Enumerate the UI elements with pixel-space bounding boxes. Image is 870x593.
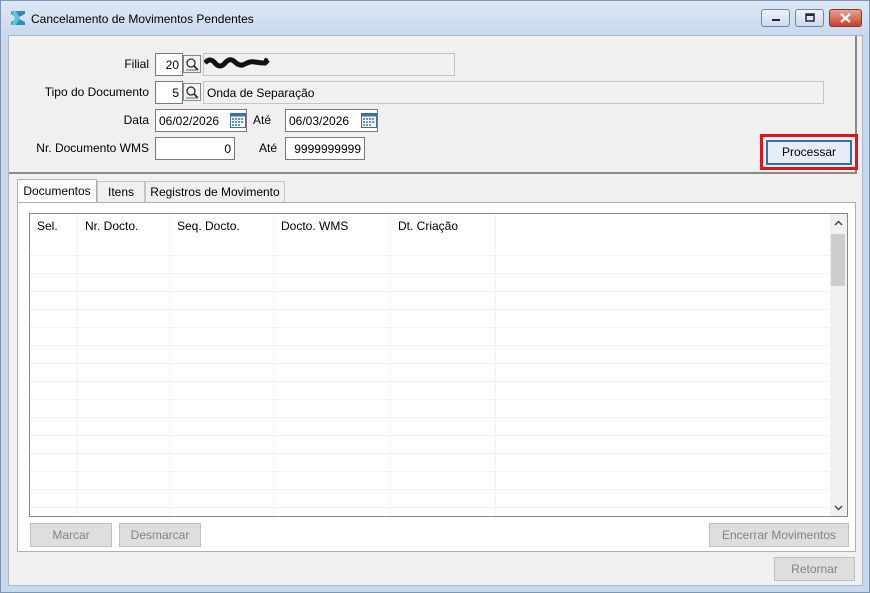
grid-vertical-scrollbar[interactable] — [830, 214, 847, 516]
grid-empty-row — [30, 454, 830, 472]
maximize-icon — [796, 10, 823, 26]
app-window: Cancelamento de Movimentos Pendentes Fil… — [0, 0, 870, 593]
grid-empty-row — [30, 418, 830, 436]
title-bar[interactable]: Cancelamento de Movimentos Pendentes — [1, 1, 869, 35]
app-logo-icon — [10, 10, 26, 26]
nr-documento-wms-label: Nr. Documento WMS — [36, 141, 149, 155]
tab-registros-de-movimento[interactable]: Registros de Movimento — [145, 181, 285, 202]
filial-lookup-icon[interactable] — [183, 55, 201, 73]
window-title: Cancelamento de Movimentos Pendentes — [31, 12, 254, 26]
grid-empty-row — [30, 346, 830, 364]
close-icon — [830, 10, 861, 26]
tab-page-documentos: Sel. Nr. Docto. Seq. Docto. Docto. WMS D… — [17, 202, 856, 552]
chevron-up-icon[interactable] — [830, 214, 847, 231]
data-ate-label: Até — [253, 113, 272, 127]
minimize-icon — [762, 10, 789, 26]
desmarcar-button[interactable]: Desmarcar — [119, 523, 201, 547]
filial-label: Filial — [124, 57, 149, 71]
tipo-documento-code-field[interactable]: 5 — [155, 81, 183, 104]
grid-empty-row — [30, 328, 830, 346]
close-button[interactable] — [829, 9, 862, 27]
grid-empty-row — [30, 310, 830, 328]
grid-empty-row — [30, 256, 830, 274]
calendar-icon[interactable] — [230, 113, 246, 128]
column-header-sel[interactable]: Sel. — [30, 214, 78, 238]
tipo-documento-lookup-icon[interactable] — [183, 83, 201, 101]
tipo-documento-label: Tipo do Documento — [44, 85, 149, 99]
grid-empty-row — [30, 274, 830, 292]
documents-grid[interactable]: Sel. Nr. Docto. Seq. Docto. Docto. WMS D… — [29, 213, 848, 517]
tab-itens[interactable]: Itens — [97, 181, 145, 202]
chevron-down-icon[interactable] — [830, 499, 847, 516]
grid-empty-row — [30, 364, 830, 382]
redacted-filial-name — [203, 56, 270, 70]
retornar-button[interactable]: Retornar — [774, 557, 855, 581]
processar-button[interactable]: Processar — [766, 140, 852, 165]
grid-empty-row — [30, 292, 830, 310]
marcar-button[interactable]: Marcar — [30, 523, 112, 547]
encerrar-movimentos-button[interactable]: Encerrar Movimentos — [709, 523, 849, 547]
minimize-button[interactable] — [761, 9, 790, 27]
grid-empty-row — [30, 400, 830, 418]
grid-header: Sel. Nr. Docto. Seq. Docto. Docto. WMS D… — [30, 214, 830, 238]
column-header-dt-criacao[interactable]: Dt. Criação — [391, 214, 496, 238]
filter-panel: Filial 20 Tipo do Documento 5 Onda de Se… — [9, 36, 858, 174]
column-header-docto-wms[interactable]: Docto. WMS — [274, 214, 391, 238]
data-label: Data — [123, 113, 149, 127]
calendar-icon[interactable] — [361, 113, 377, 128]
column-header-nr-docto[interactable]: Nr. Docto. — [78, 214, 170, 238]
grid-empty-row — [30, 238, 830, 256]
nr-documento-wms-ate-label: Até — [259, 141, 278, 155]
maximize-button[interactable] — [795, 9, 824, 27]
grid-empty-row — [30, 382, 830, 400]
tipo-documento-description-field: Onda de Separação — [203, 81, 824, 104]
grid-empty-row — [30, 436, 830, 454]
scrollbar-thumb[interactable] — [831, 234, 845, 286]
grid-empty-row — [30, 472, 830, 490]
grid-empty-row — [30, 490, 830, 508]
nr-documento-wms-from-field[interactable]: 0 — [155, 137, 235, 160]
nr-documento-wms-to-field[interactable]: 9999999999 — [285, 137, 365, 160]
tab-documentos[interactable]: Documentos — [17, 179, 97, 202]
form-client-area: Filial 20 Tipo do Documento 5 Onda de Se… — [8, 35, 863, 586]
filial-code-field[interactable]: 20 — [155, 53, 183, 76]
column-header-seq-docto[interactable]: Seq. Docto. — [170, 214, 274, 238]
